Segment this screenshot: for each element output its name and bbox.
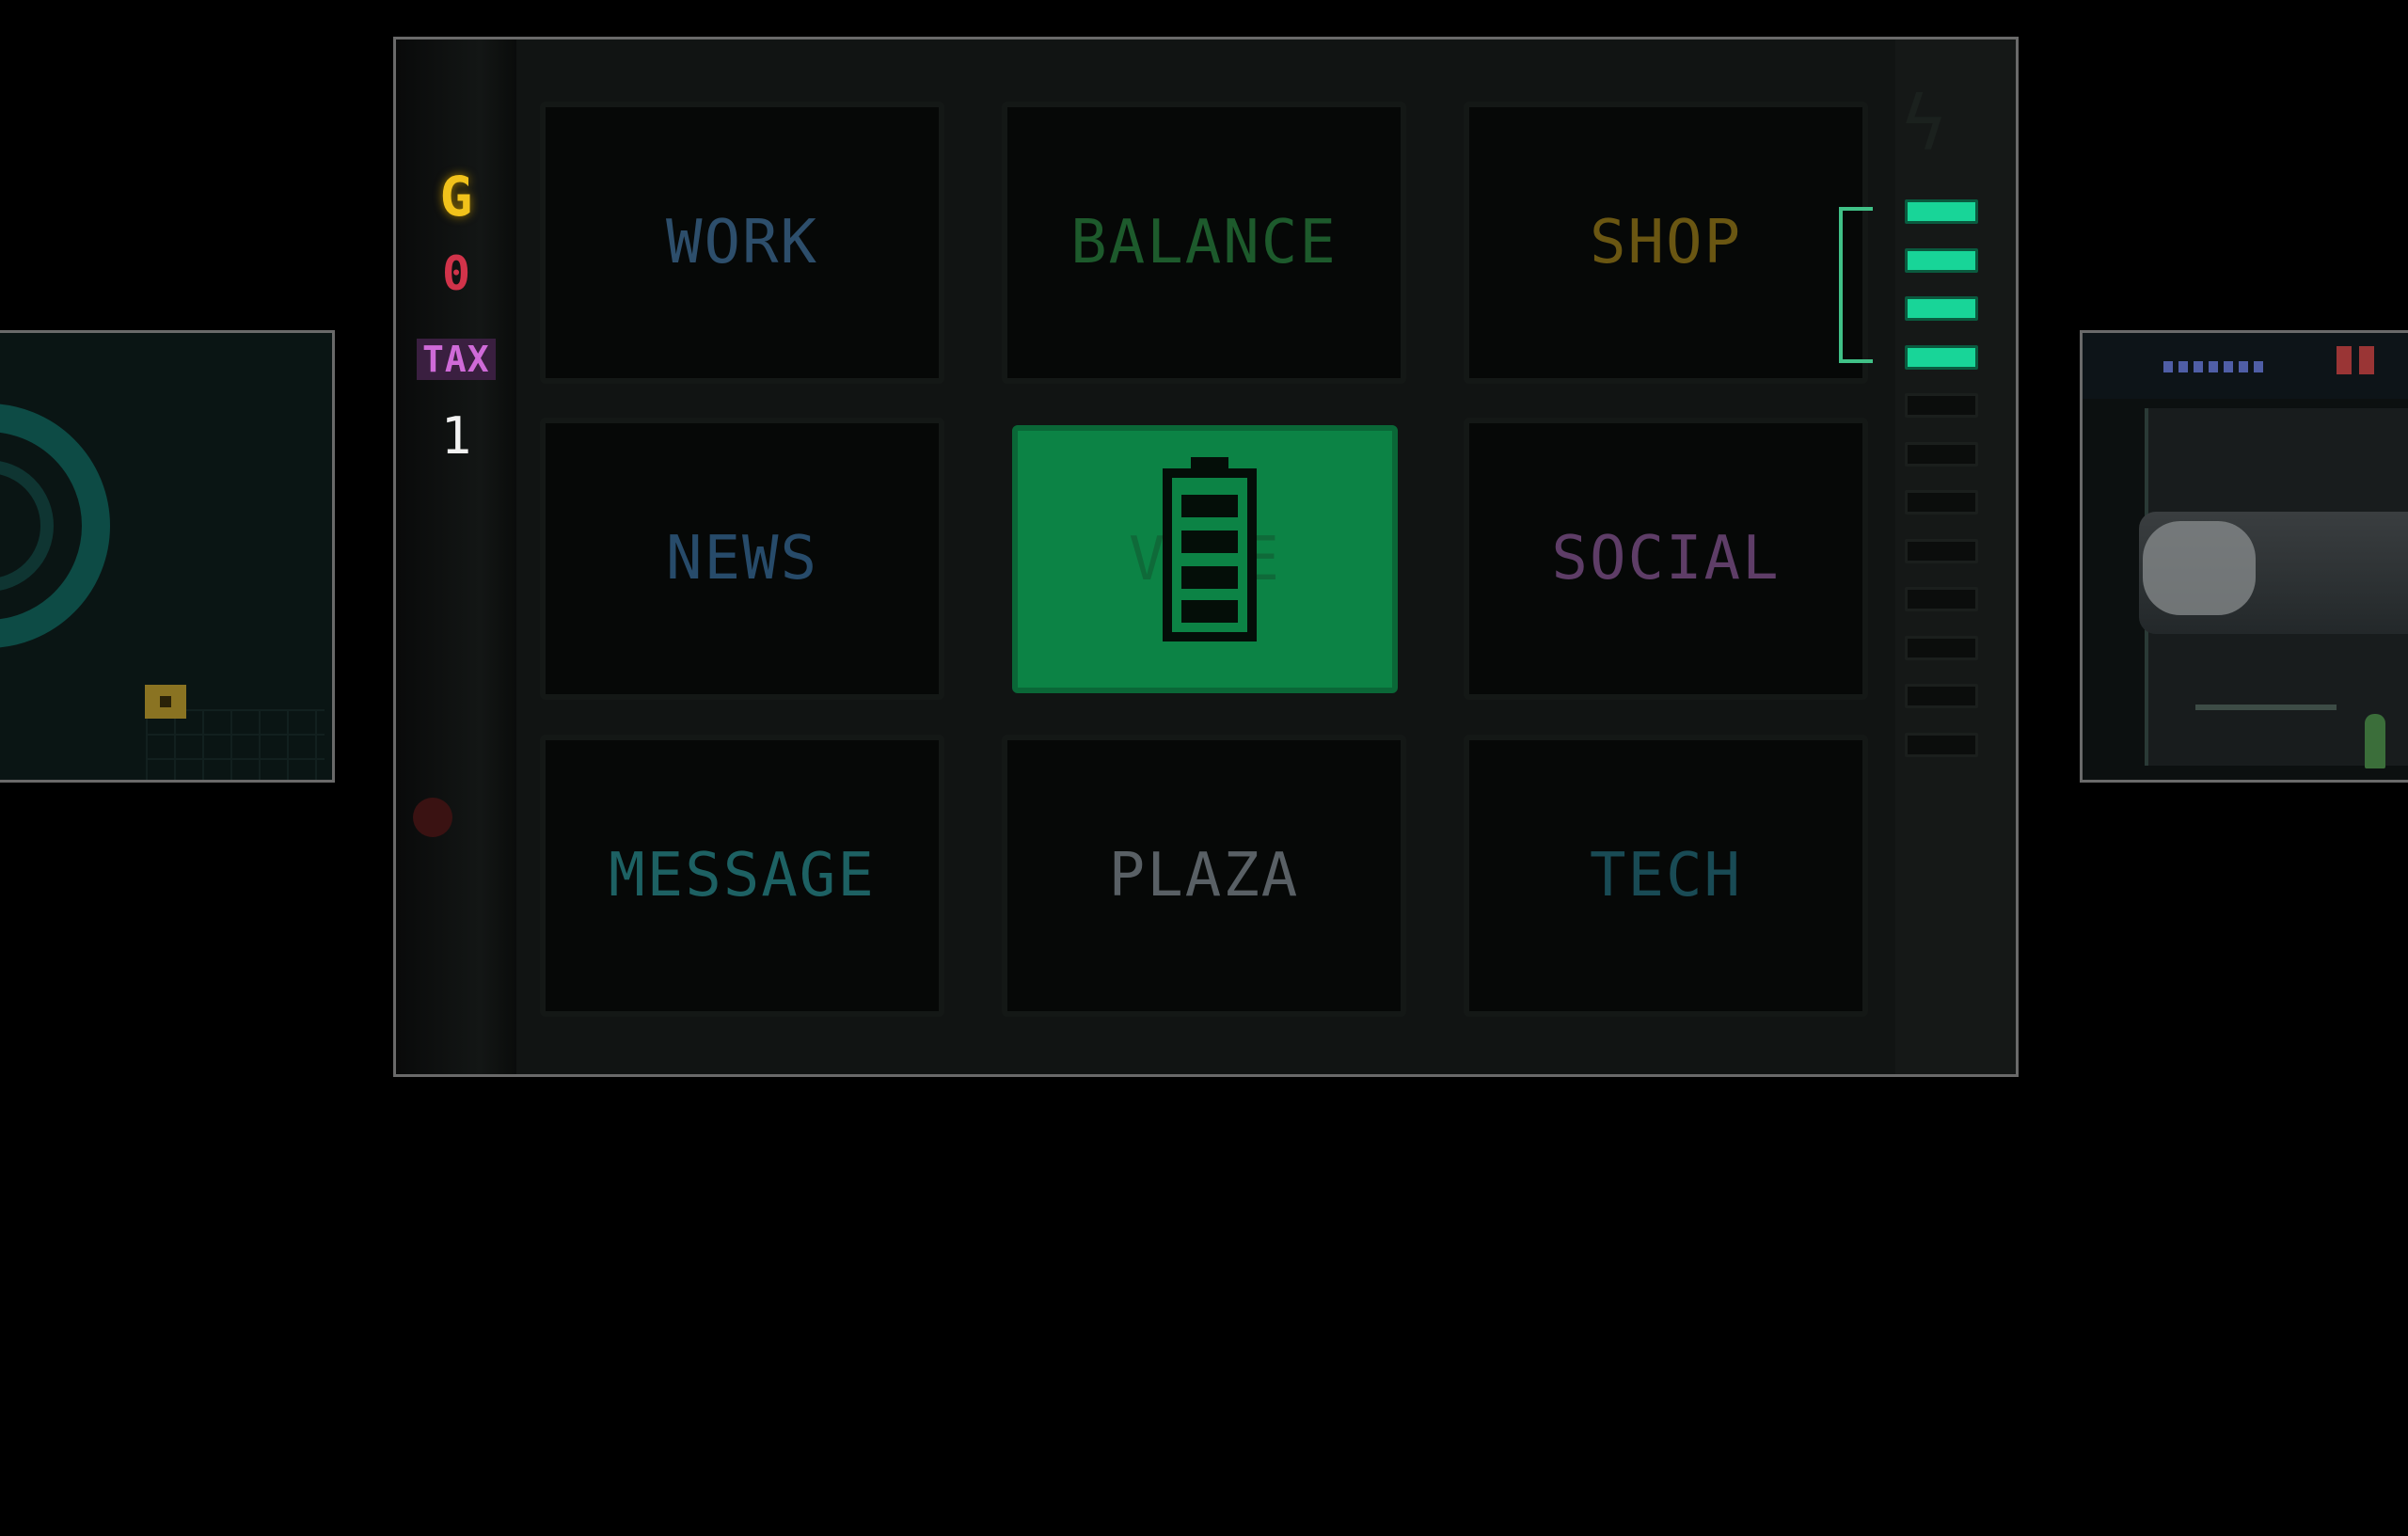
power-level-segment (1905, 393, 1978, 418)
power-level-segment (1905, 732, 1978, 757)
menu-tile-message[interactable]: MESSAGE (540, 735, 944, 1017)
pause-icon[interactable] (2337, 346, 2378, 374)
menu-label-tech: TECH (1589, 841, 1743, 911)
menu-tile-work[interactable]: WORK (540, 102, 944, 384)
menu-tile-tech[interactable]: TECH (1464, 735, 1868, 1017)
menu-label-plaza: PLAZA (1108, 841, 1300, 911)
power-level-segment (1905, 635, 1978, 660)
menu-label-news: NEWS (665, 524, 819, 594)
menu-label-social: SOCIAL (1551, 524, 1781, 594)
menu-tile-plaza[interactable]: PLAZA (1002, 735, 1406, 1017)
menu-tile-news[interactable]: NEWS (540, 418, 944, 700)
power-level-segment (1905, 247, 1978, 273)
terminal-menu-panel: G 0 TAX 1 WORK BALANCE SHOP NEWS VOTE (393, 37, 2019, 1077)
power-level-segment (1905, 538, 1978, 563)
power-level-segment (1905, 587, 1978, 611)
player-figure-icon (2365, 714, 2385, 768)
power-level-segment (1905, 490, 1978, 515)
stats-sidebar: G 0 TAX 1 (396, 40, 516, 1074)
battery-icon (1163, 457, 1257, 645)
menu-tile-balance[interactable]: BALANCE (1002, 102, 1406, 384)
menu-label-shop: SHOP (1589, 208, 1743, 277)
lightning-bolt-icon: ϟ (1901, 80, 1947, 167)
floor-grid (146, 709, 325, 780)
level-bracket (1839, 207, 1873, 363)
keycard-icon (145, 685, 186, 719)
alert-indicator-icon (413, 798, 452, 837)
menu-label-balance: BALANCE (1070, 208, 1338, 277)
pillow (2143, 521, 2256, 615)
bed-rail (2195, 705, 2337, 710)
menu-tile-shop[interactable]: SHOP (1464, 102, 1868, 384)
status-dots (2163, 361, 2267, 372)
currency-icon: G (439, 165, 473, 229)
power-level-segment (1905, 441, 1978, 467)
power-level-segment (1905, 344, 1978, 370)
menu-label-work: WORK (665, 208, 819, 277)
menu-label-message: MESSAGE (609, 841, 876, 911)
power-level-segment (1905, 199, 1978, 224)
menu-tile-vote[interactable]: VOTE (1012, 425, 1398, 693)
tax-value: 1 (440, 406, 472, 466)
power-level-segment (1905, 684, 1978, 708)
left-scene-preview[interactable] (0, 330, 335, 783)
menu-tile-social[interactable]: SOCIAL (1464, 418, 1868, 700)
right-scene-preview[interactable] (2080, 330, 2408, 783)
tax-label: TAX (417, 339, 496, 380)
power-level-segment (1905, 296, 1978, 321)
gold-value: 0 (441, 246, 471, 301)
